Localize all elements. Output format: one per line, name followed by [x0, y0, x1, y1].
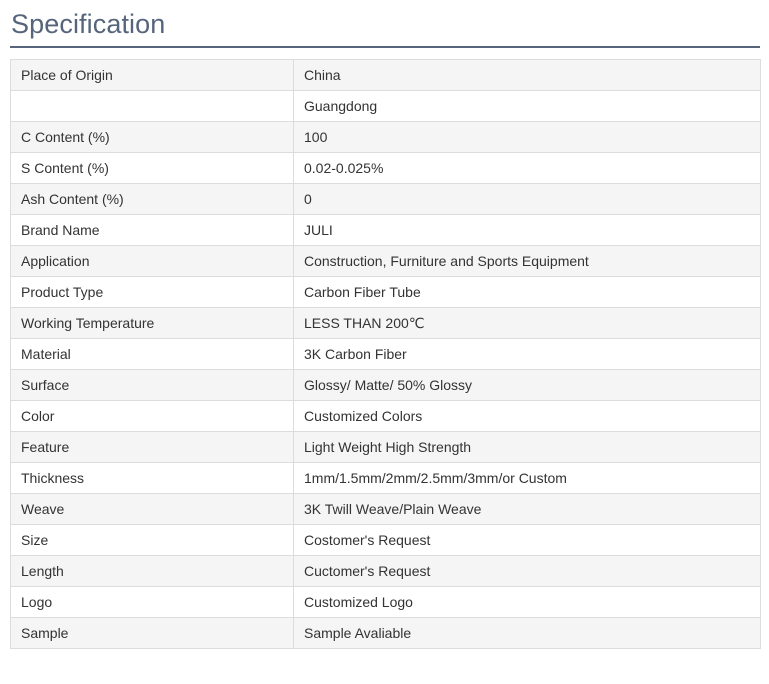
spec-value: 3K Twill Weave/Plain Weave — [293, 493, 761, 525]
spec-label: Length — [10, 555, 294, 587]
spec-label: Color — [10, 400, 294, 432]
spec-value: 0 — [293, 183, 761, 215]
table-row: Ash Content (%) 0 — [10, 183, 761, 215]
specification-panel: Specification Place of Origin China Guan… — [0, 0, 769, 684]
spec-label: Product Type — [10, 276, 294, 308]
table-row: S Content (%) 0.02-0.025% — [10, 152, 761, 184]
section-title: Specification — [11, 9, 166, 39]
spec-label: Surface — [10, 369, 294, 401]
spec-value: 100 — [293, 121, 761, 153]
table-row: Color Customized Colors — [10, 400, 761, 432]
table-row: Sample Sample Avaliable — [10, 617, 761, 649]
spec-value: Customized Logo — [293, 586, 761, 618]
spec-value: Sample Avaliable — [293, 617, 761, 649]
spec-value: Cuctomer's Request — [293, 555, 761, 587]
spec-label: Logo — [10, 586, 294, 618]
spec-value: Costomer's Request — [293, 524, 761, 556]
table-row: Guangdong — [10, 90, 761, 122]
spec-label: Place of Origin — [10, 59, 294, 91]
spec-label: Brand Name — [10, 214, 294, 246]
spec-value: Guangdong — [293, 90, 761, 122]
spec-label: C Content (%) — [10, 121, 294, 153]
specification-table: Place of Origin China Guangdong C Conten… — [10, 59, 761, 649]
spec-value: LESS THAN 200℃ — [293, 307, 761, 339]
table-row: Feature Light Weight High Strength — [10, 431, 761, 463]
spec-label: Ash Content (%) — [10, 183, 294, 215]
table-row: Material 3K Carbon Fiber — [10, 338, 761, 370]
spec-label: Weave — [10, 493, 294, 525]
spec-value: China — [293, 59, 761, 91]
table-row: Application Construction, Furniture and … — [10, 245, 761, 277]
table-row: Product Type Carbon Fiber Tube — [10, 276, 761, 308]
table-row: Length Cuctomer's Request — [10, 555, 761, 587]
table-row: Working Temperature LESS THAN 200℃ — [10, 307, 761, 339]
table-row: C Content (%) 100 — [10, 121, 761, 153]
spec-value: JULI — [293, 214, 761, 246]
spec-label: Application — [10, 245, 294, 277]
spec-value: Glossy/ Matte/ 50% Glossy — [293, 369, 761, 401]
spec-label: Sample — [10, 617, 294, 649]
table-row: Logo Customized Logo — [10, 586, 761, 618]
specification-table-body: Place of Origin China Guangdong C Conten… — [10, 59, 761, 649]
table-row: Brand Name JULI — [10, 214, 761, 246]
spec-label: Thickness — [10, 462, 294, 494]
spec-label: Material — [10, 338, 294, 370]
table-row: Size Costomer's Request — [10, 524, 761, 556]
spec-value: Construction, Furniture and Sports Equip… — [293, 245, 761, 277]
spec-value: 1mm/1.5mm/2mm/2.5mm/3mm/or Custom — [293, 462, 761, 494]
table-row: Place of Origin China — [10, 59, 761, 91]
spec-label: Feature — [10, 431, 294, 463]
spec-value: 3K Carbon Fiber — [293, 338, 761, 370]
spec-value: Customized Colors — [293, 400, 761, 432]
spec-value: 0.02-0.025% — [293, 152, 761, 184]
spec-value: Light Weight High Strength — [293, 431, 761, 463]
spec-label: Size — [10, 524, 294, 556]
title-divider — [10, 46, 760, 48]
spec-label: Working Temperature — [10, 307, 294, 339]
table-row: Thickness 1mm/1.5mm/2mm/2.5mm/3mm/or Cus… — [10, 462, 761, 494]
spec-value: Carbon Fiber Tube — [293, 276, 761, 308]
spec-label: S Content (%) — [10, 152, 294, 184]
spec-label — [10, 90, 294, 122]
table-row: Weave 3K Twill Weave/Plain Weave — [10, 493, 761, 525]
table-row: Surface Glossy/ Matte/ 50% Glossy — [10, 369, 761, 401]
